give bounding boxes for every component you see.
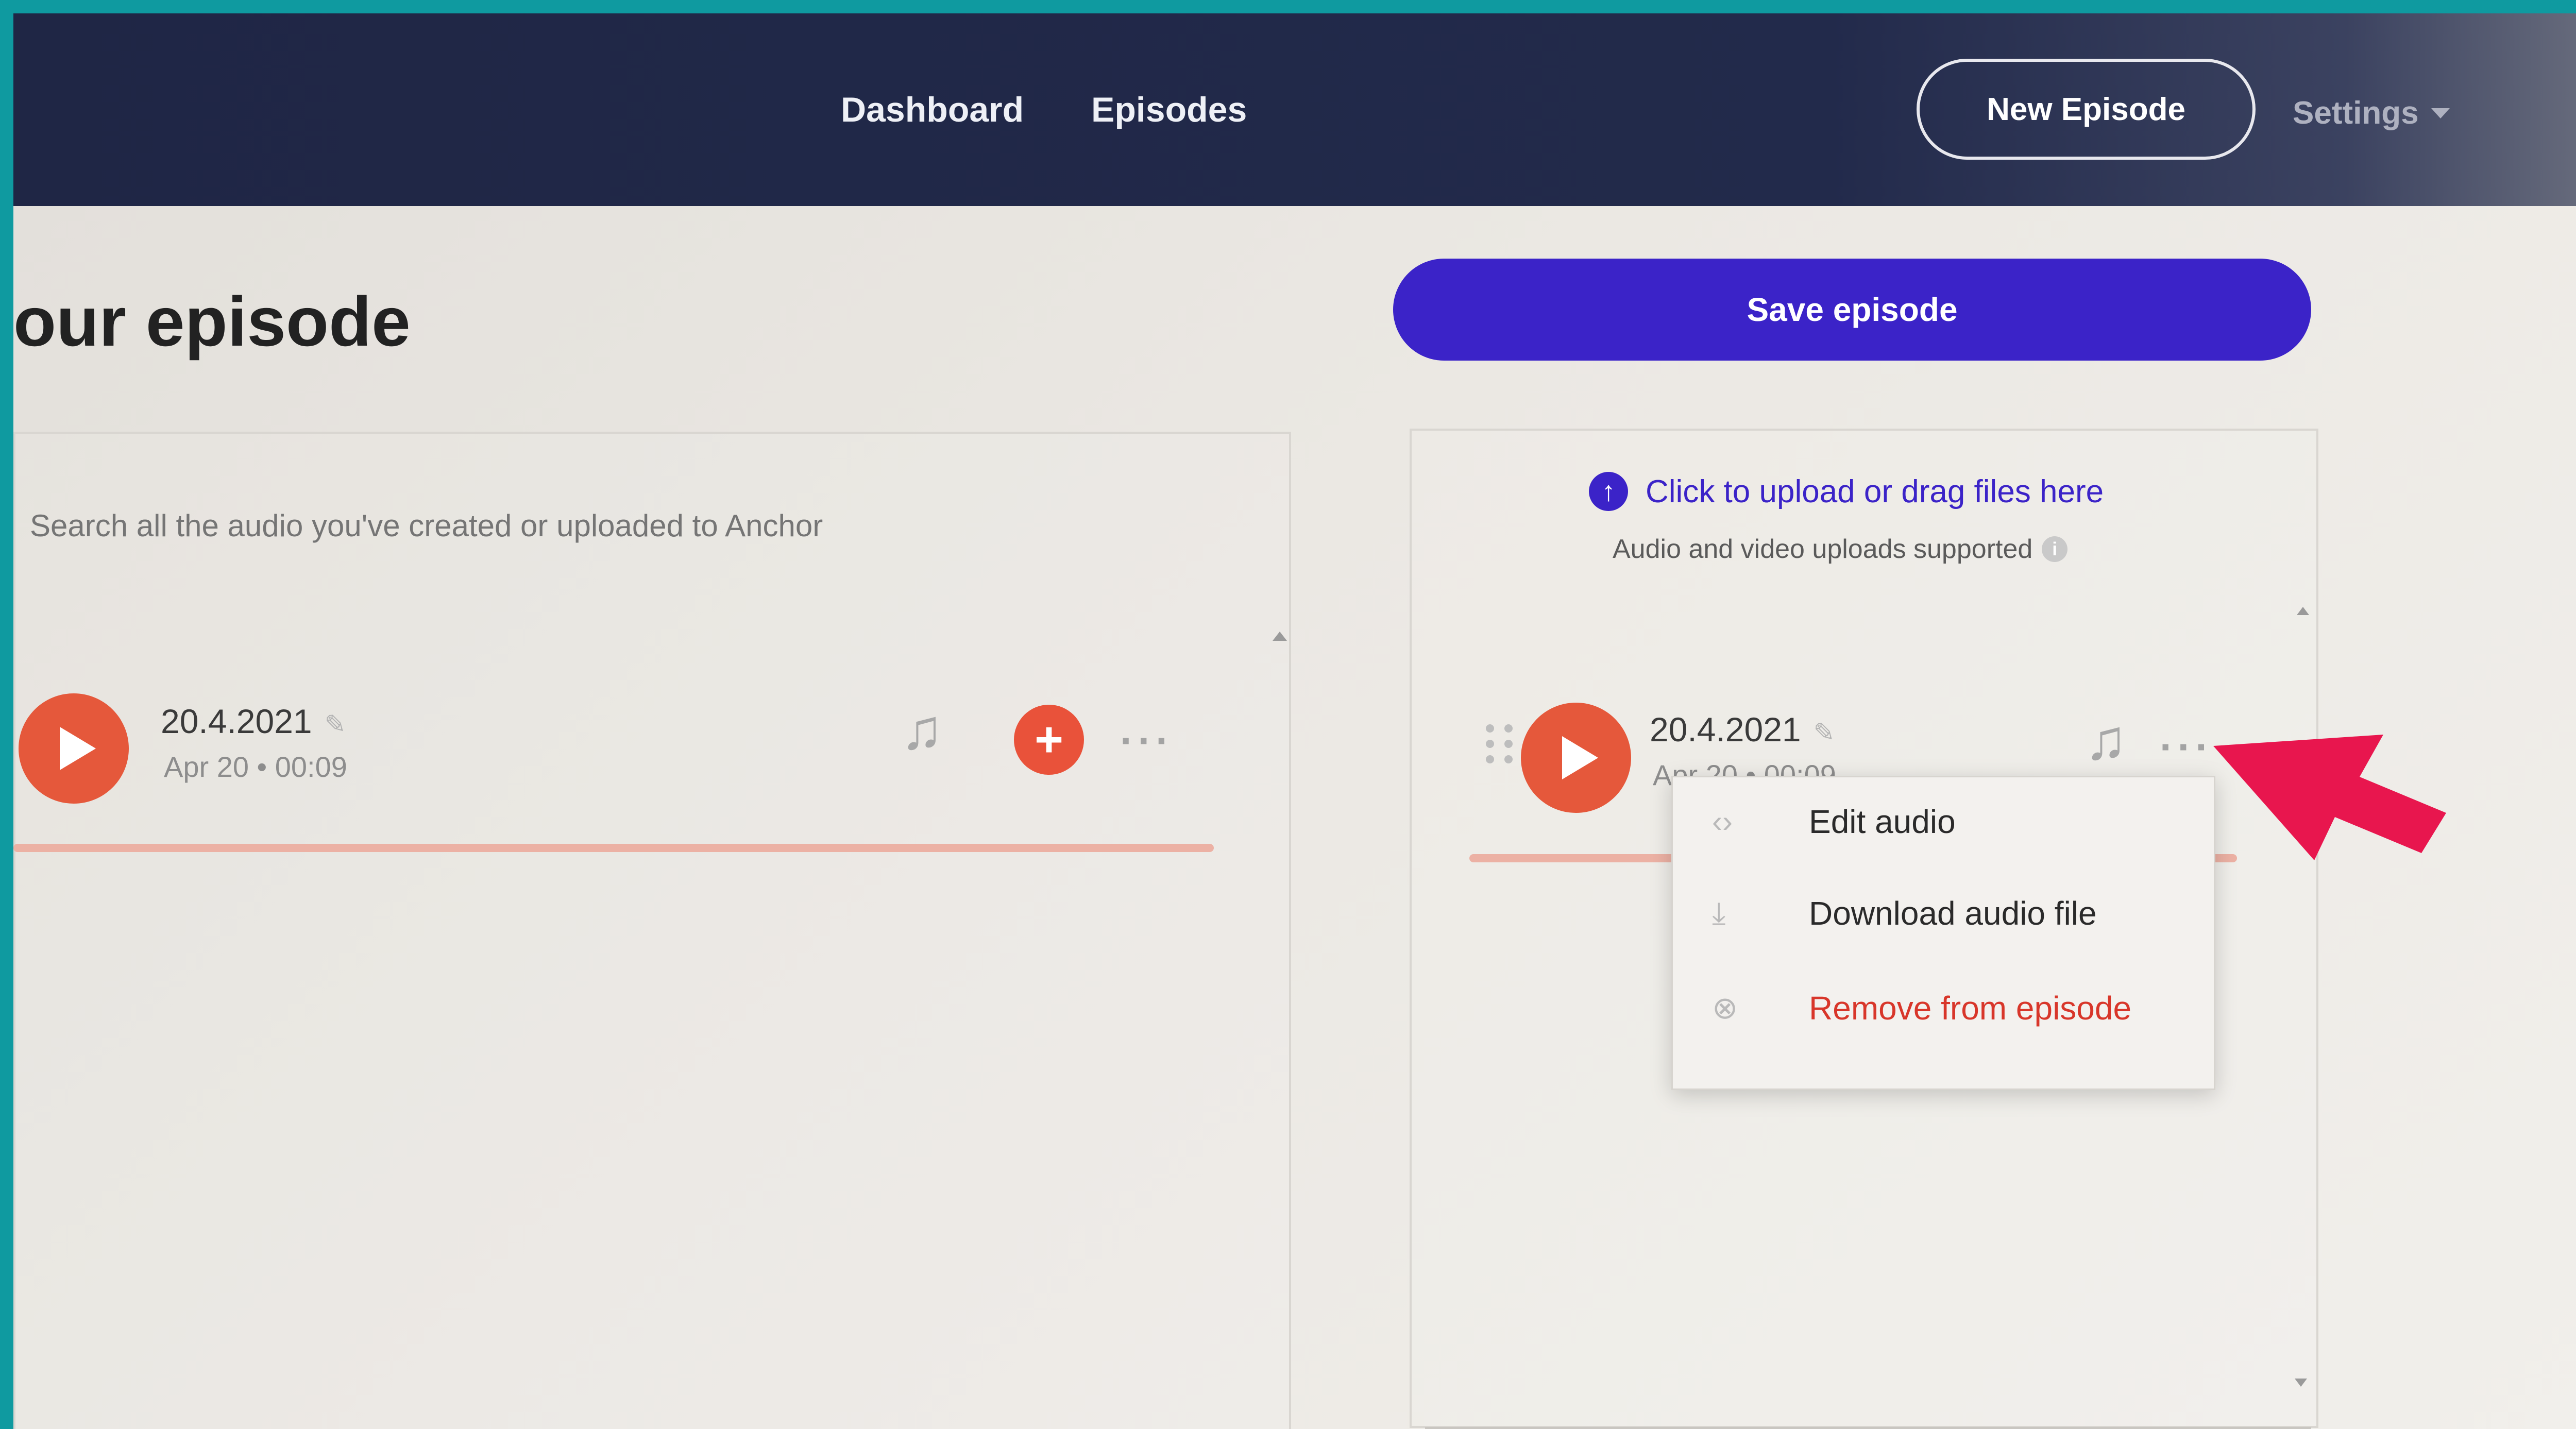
scroll-down-arrow-icon[interactable] bbox=[2295, 1379, 2307, 1387]
menu-item-label: Download audio file bbox=[1809, 895, 2097, 932]
pencil-icon[interactable]: ✎ bbox=[325, 710, 346, 739]
chevron-down-icon bbox=[2431, 108, 2450, 118]
code-brackets-icon: ‹› bbox=[1712, 804, 1733, 839]
more-options-icon[interactable]: ··· bbox=[1120, 720, 1174, 761]
library-clip-waveform-bar bbox=[13, 844, 1214, 852]
upload-note-text: Audio and video uploads supported bbox=[1613, 534, 2033, 564]
upload-link[interactable]: Click to upload or drag files here bbox=[1646, 473, 2104, 510]
pencil-icon[interactable]: ✎ bbox=[1814, 718, 1835, 747]
drag-handle-icon[interactable] bbox=[1486, 724, 1514, 763]
menu-item-label: Remove from episode bbox=[1809, 990, 2132, 1027]
more-options-icon[interactable]: ··· bbox=[2160, 726, 2213, 768]
upload-dropzone[interactable]: ↑ Click to upload or drag files here bbox=[1589, 472, 2104, 511]
library-clip-play-button[interactable] bbox=[19, 693, 129, 804]
settings-dropdown[interactable]: Settings bbox=[2293, 95, 2450, 131]
library-clip-title[interactable]: 20.4.2021 ✎ bbox=[161, 702, 346, 741]
upload-note: Audio and video uploads supported i bbox=[1613, 534, 2068, 565]
save-episode-button[interactable]: Save episode bbox=[1393, 259, 2311, 361]
audio-library-panel bbox=[13, 432, 1291, 1429]
nav-dashboard-link[interactable]: Dashboard bbox=[841, 90, 1024, 130]
library-clip-title-text: 20.4.2021 bbox=[161, 702, 312, 740]
menu-item-label: Edit audio bbox=[1809, 803, 1956, 840]
episode-clip-title[interactable]: 20.4.2021 ✎ bbox=[1650, 710, 1835, 749]
episode-clip-play-button[interactable] bbox=[1521, 703, 1631, 813]
settings-label: Settings bbox=[2293, 95, 2419, 131]
library-search-input[interactable] bbox=[30, 508, 1215, 543]
clip-options-menu: ‹› Edit audio ⤓ Download audio file ⊗ Re… bbox=[1671, 776, 2215, 1090]
annotation-arrow-icon bbox=[2213, 735, 2446, 860]
episode-clip-title-text: 20.4.2021 bbox=[1650, 710, 1801, 748]
remove-circle-icon: ⊗ bbox=[1712, 991, 1738, 1025]
screen: Dashboard Episodes New Episode Settings … bbox=[13, 13, 2576, 1429]
upload-arrow-icon: ↑ bbox=[1589, 472, 1628, 511]
play-icon bbox=[1562, 736, 1598, 779]
music-note-icon[interactable]: ♫ bbox=[2084, 712, 2127, 769]
add-to-episode-button[interactable]: + bbox=[1014, 705, 1084, 775]
plus-icon: + bbox=[1034, 712, 1064, 767]
new-episode-button[interactable]: New Episode bbox=[1917, 59, 2256, 160]
nav-episodes-link[interactable]: Episodes bbox=[1091, 90, 1247, 130]
scroll-up-arrow-icon[interactable] bbox=[1273, 632, 1287, 641]
download-icon: ⤓ bbox=[1712, 896, 1726, 930]
top-navigation-bar: Dashboard Episodes New Episode Settings bbox=[13, 13, 2576, 206]
library-clip-meta: Apr 20 • 00:09 bbox=[164, 751, 347, 783]
scroll-up-arrow-icon[interactable] bbox=[2297, 607, 2309, 615]
panel-bottom-bar bbox=[1425, 1427, 2311, 1429]
play-icon bbox=[60, 727, 96, 770]
music-note-icon[interactable]: ♫ bbox=[901, 702, 943, 758]
page-title: our episode bbox=[13, 282, 411, 361]
info-icon[interactable]: i bbox=[2042, 536, 2068, 562]
